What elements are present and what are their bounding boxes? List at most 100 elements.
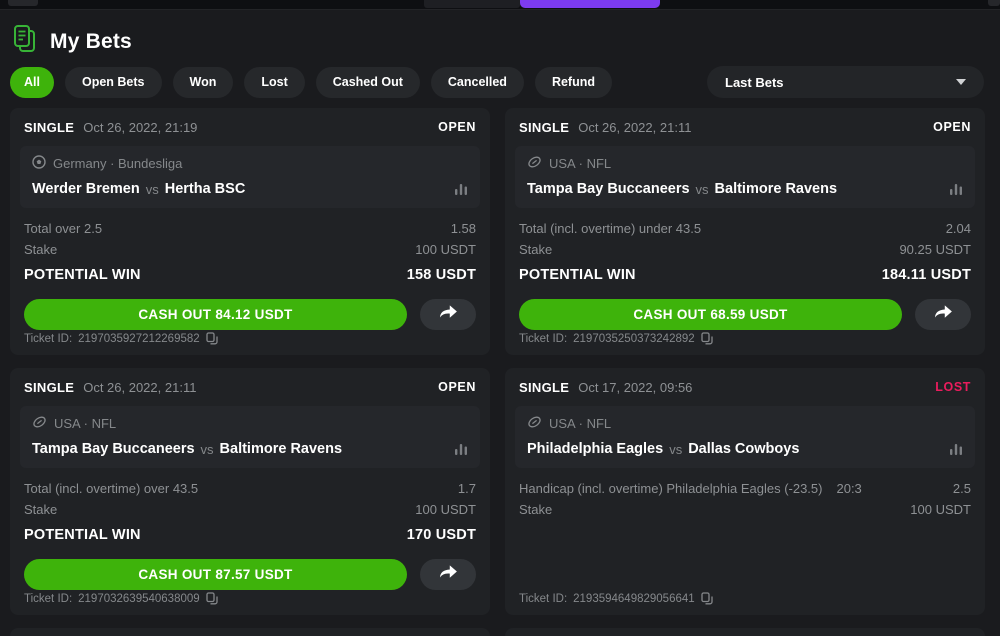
filter-chip-all[interactable]: All xyxy=(10,67,54,98)
market-label: Total (incl. overtime) under 43.5 xyxy=(519,218,701,239)
bet-card-header: SINGLE Oct 17, 2022, 09:56 LOST xyxy=(519,368,971,406)
cash-out-button[interactable]: CASH OUT 84.12 USDT xyxy=(24,299,407,330)
bet-type: SINGLE xyxy=(519,380,569,395)
event-league-row: USA · NFL xyxy=(32,415,468,432)
potential-win-value: 184.11 USDT xyxy=(882,265,971,286)
page-title: My Bets xyxy=(50,30,132,54)
stake-label: Stake xyxy=(519,499,552,520)
score: 20:3 xyxy=(836,478,861,499)
bet-card-partial xyxy=(505,628,985,636)
ticket-id-value: 2197032639540638009 xyxy=(78,593,200,605)
ticket-id-value: 2197035927212269582 xyxy=(78,333,200,345)
stake-row: Stake 100 USDT xyxy=(24,239,476,260)
bet-details: Handicap (incl. overtime) Philadelphia E… xyxy=(519,478,971,520)
ticket-row: Ticket ID: 2197035250373242892 xyxy=(519,332,971,345)
nav-fragment-right xyxy=(988,0,1000,6)
event-title-row: Werder Bremen vs Hertha BSC xyxy=(32,181,468,197)
filter-chip-cashed-out[interactable]: Cashed Out xyxy=(316,67,420,98)
stats-chart-icon[interactable] xyxy=(949,183,963,195)
ticket-row: Ticket ID: 2197035927212269582 xyxy=(24,332,476,345)
share-button[interactable] xyxy=(420,299,476,330)
bet-card: SINGLE Oct 17, 2022, 09:56 LOST USA · NF… xyxy=(505,368,985,615)
stake-row: Stake 100 USDT xyxy=(519,499,971,520)
filter-chip-cancelled[interactable]: Cancelled xyxy=(431,67,524,98)
nav-fragment-left xyxy=(8,0,38,6)
stake-value: 90.25 USDT xyxy=(899,239,971,260)
market-row: Handicap (incl. overtime) Philadelphia E… xyxy=(519,478,971,499)
cash-out-button[interactable]: CASH OUT 87.57 USDT xyxy=(24,559,407,590)
away-team: Baltimore Ravens xyxy=(220,441,343,457)
filter-chip-open-bets[interactable]: Open Bets xyxy=(65,67,162,98)
share-arrow-icon xyxy=(932,304,954,325)
stats-chart-icon[interactable] xyxy=(949,443,963,455)
cash-out-button[interactable]: CASH OUT 68.59 USDT xyxy=(519,299,902,330)
event-league-row: Germany · Bundesliga xyxy=(32,155,468,172)
home-team: Philadelphia Eagles xyxy=(527,441,663,457)
stake-value: 100 USDT xyxy=(415,239,476,260)
stake-value: 100 USDT xyxy=(415,499,476,520)
top-navigation-strip xyxy=(0,0,1000,10)
ticket-row: Ticket ID: 2197032639540638009 xyxy=(24,592,476,605)
potential-win-label: POTENTIAL WIN xyxy=(24,265,141,286)
bet-details: Total (incl. overtime) over 43.5 1.7 Sta… xyxy=(24,478,476,546)
event-panel: Germany · Bundesliga Werder Bremen vs He… xyxy=(20,146,480,208)
my-bets-icon xyxy=(12,24,39,60)
home-team: Tampa Bay Buccaneers xyxy=(32,441,195,457)
away-team: Baltimore Ravens xyxy=(715,181,838,197)
bet-card-grid: SINGLE Oct 26, 2022, 21:19 OPEN Germany … xyxy=(10,108,985,636)
filter-chip-refund[interactable]: Refund xyxy=(535,67,612,98)
ticket-id-label: Ticket ID: xyxy=(519,333,567,345)
event-title-row: Tampa Bay Buccaneers vs Baltimore Ravens xyxy=(32,441,468,457)
potential-win-value: 170 USDT xyxy=(407,525,476,546)
filter-chip-won[interactable]: Won xyxy=(173,67,234,98)
copy-icon[interactable] xyxy=(206,332,218,345)
copy-icon[interactable] xyxy=(701,332,713,345)
odds-value: 1.7 xyxy=(458,478,476,499)
market-row: Total (incl. overtime) over 43.5 1.7 xyxy=(24,478,476,499)
filter-bar: All Open Bets Won Lost Cashed Out Cancel… xyxy=(10,66,984,98)
bet-actions: CASH OUT 84.12 USDT xyxy=(24,299,476,330)
event-league-row: USA · NFL xyxy=(527,415,963,432)
bet-actions: CASH OUT 68.59 USDT xyxy=(519,299,971,330)
bet-details: Total (incl. overtime) under 43.5 2.04 S… xyxy=(519,218,971,286)
potential-win-label: POTENTIAL WIN xyxy=(24,525,141,546)
stats-chart-icon[interactable] xyxy=(454,443,468,455)
stake-value: 100 USDT xyxy=(910,499,971,520)
stake-row: Stake 100 USDT xyxy=(24,499,476,520)
vs-label: vs xyxy=(669,442,682,457)
market-label: Total over 2.5 xyxy=(24,218,102,239)
potential-win-label: POTENTIAL WIN xyxy=(519,265,636,286)
soccer-icon xyxy=(32,155,46,172)
stake-label: Stake xyxy=(24,239,57,260)
status-badge: LOST xyxy=(935,380,971,394)
ticket-row: Ticket ID: 2193594649829056641 xyxy=(519,592,971,605)
odds-value: 2.04 xyxy=(946,218,971,239)
share-button[interactable] xyxy=(915,299,971,330)
copy-icon[interactable] xyxy=(701,592,713,605)
ticket-id-label: Ticket ID: xyxy=(24,593,72,605)
sort-dropdown[interactable]: Last Bets xyxy=(707,66,984,98)
share-button[interactable] xyxy=(420,559,476,590)
stats-chart-icon[interactable] xyxy=(454,183,468,195)
bet-card: SINGLE Oct 26, 2022, 21:11 OPEN USA · NF… xyxy=(10,368,490,615)
american-football-icon xyxy=(32,415,47,432)
bet-type: SINGLE xyxy=(24,120,74,135)
nav-active-tab-fragment[interactable] xyxy=(520,0,660,8)
away-team: Dallas Cowboys xyxy=(688,441,799,457)
bet-date: Oct 26, 2022, 21:11 xyxy=(578,120,691,135)
potential-win-row: POTENTIAL WIN 184.11 USDT xyxy=(519,265,971,286)
vs-label: vs xyxy=(201,442,214,457)
filter-chip-lost[interactable]: Lost xyxy=(244,67,304,98)
potential-win-value: 158 USDT xyxy=(407,265,476,286)
bet-card: SINGLE Oct 26, 2022, 21:11 OPEN USA · NF… xyxy=(505,108,985,355)
copy-icon[interactable] xyxy=(206,592,218,605)
bet-card-partial xyxy=(10,628,490,636)
event-title-row: Philadelphia Eagles vs Dallas Cowboys xyxy=(527,441,963,457)
away-team: Hertha BSC xyxy=(165,181,246,197)
odds-value: 2.5 xyxy=(953,478,971,499)
bet-date: Oct 26, 2022, 21:11 xyxy=(83,380,196,395)
share-arrow-icon xyxy=(437,304,459,325)
event-league: USA · NFL xyxy=(549,416,611,431)
chevron-down-icon xyxy=(956,79,966,85)
market-row: Total over 2.5 1.58 xyxy=(24,218,476,239)
